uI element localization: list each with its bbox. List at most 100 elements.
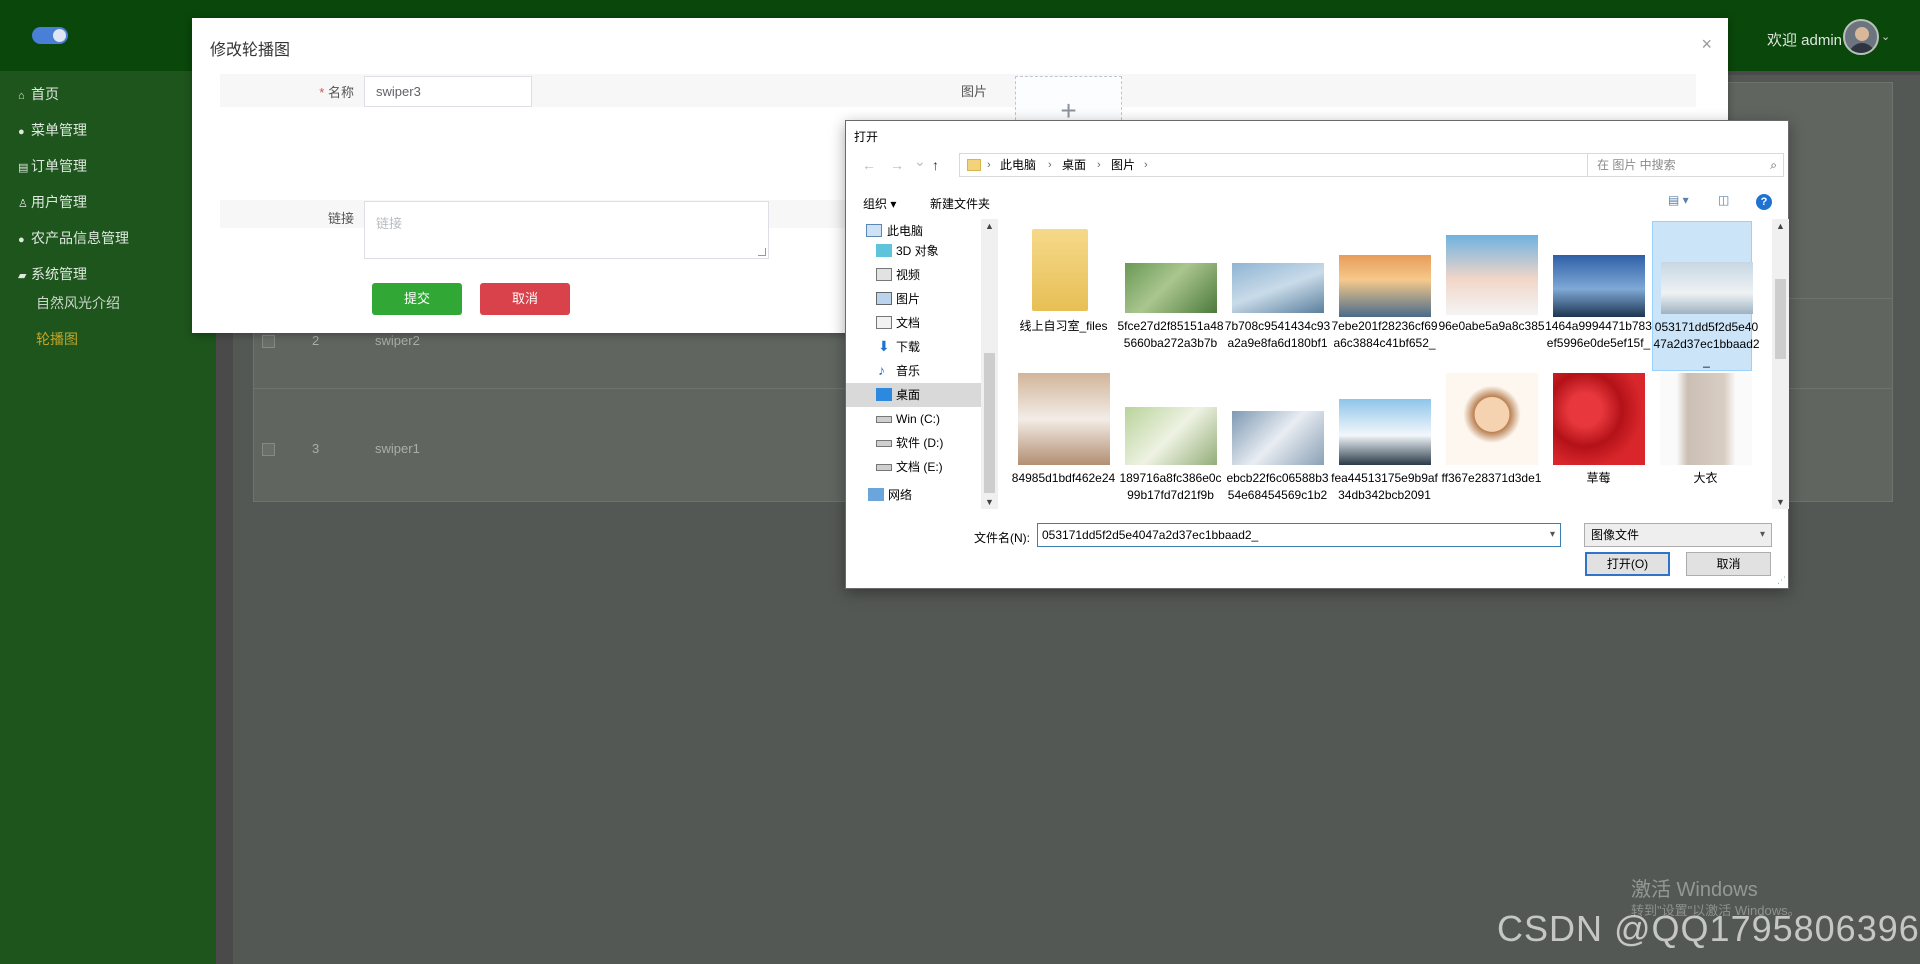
scroll-down-icon[interactable]: ▼ [985, 497, 994, 507]
row-index: 3 [312, 441, 320, 456]
resize-grip-icon[interactable]: ⋰ [1777, 575, 1786, 586]
file-item[interactable]: 大衣 [1652, 373, 1752, 509]
sidebar-item-orders[interactable]: ▤ 订单管理 [0, 148, 216, 184]
link-textarea[interactable]: 链接 [364, 201, 769, 259]
help-icon[interactable]: ? [1756, 194, 1772, 210]
scroll-thumb[interactable] [1775, 279, 1786, 359]
scroll-thumb[interactable] [984, 353, 995, 493]
tree-item-label: 文档 [896, 316, 921, 330]
search-input[interactable]: 在 图片 中搜索 ⌕ [1587, 153, 1784, 177]
file-item[interactable]: 053171dd5f2d5e4047a2d37ec1bbaad2_ [1652, 221, 1760, 371]
sidebar-item-users[interactable]: ♙ 用户管理 [0, 184, 216, 220]
scroll-down-icon[interactable]: ▼ [1776, 497, 1785, 507]
filename-value: 053171dd5f2d5e4047a2d37ec1bbaad2_ [1042, 528, 1259, 542]
tree-item-drive-d[interactable]: 软件 (D:) [846, 431, 982, 455]
recent-locations-icon[interactable]: ⌄ [914, 153, 926, 170]
circle-icon: ● [18, 126, 25, 138]
file-item[interactable]: fea44513175e9b9af34db342bcb2091 [1331, 373, 1438, 509]
open-button[interactable]: 打开(O) [1585, 552, 1670, 576]
dialog-title: 打开 [854, 130, 879, 144]
scroll-up-icon[interactable]: ▲ [1776, 221, 1785, 231]
up-arrow-icon[interactable]: ↑ [932, 157, 939, 173]
organize-button[interactable]: 组织 ▾ [863, 195, 896, 212]
drive-icon [876, 464, 892, 471]
filetype-value: 图像文件 [1591, 528, 1640, 542]
chevron-down-icon[interactable]: ⌄ [1881, 30, 1890, 43]
cancel-button[interactable]: 取消 [480, 283, 570, 315]
tree-item-drive-e[interactable]: 文档 (E:) [846, 455, 982, 479]
file-item[interactable]: 96e0abe5a9a8c385 [1438, 221, 1545, 371]
breadcrumb-pictures[interactable]: 图片 [1111, 154, 1135, 176]
tree-item-music[interactable]: ♪ 音乐 [846, 359, 982, 383]
tree-item-label: 3D 对象 [896, 244, 939, 258]
close-icon[interactable]: × [1701, 34, 1712, 55]
scroll-up-icon[interactable]: ▲ [985, 221, 994, 231]
sidebar-item-menu[interactable]: ● 菜单管理 [0, 112, 216, 148]
tree-item-downloads[interactable]: ⬇ 下载 [846, 335, 982, 359]
image-thumbnail [1446, 373, 1538, 465]
image-thumbnail [1125, 263, 1217, 313]
files-scrollbar[interactable]: ▲ ▼ [1772, 219, 1789, 509]
file-item[interactable]: 7ebe201f28236cf69a6c3884c41bf652_ [1331, 221, 1438, 371]
back-arrow-icon[interactable]: ← [862, 157, 876, 173]
sidebar-item-label: 用户管理 [31, 194, 87, 210]
file-name: 189716a8fc386e0c99b17fd7d21f9b [1119, 471, 1222, 502]
sidebar-item-home[interactable]: ⌂ 首页 [0, 76, 216, 112]
file-item[interactable]: ff367e28371d3de1 [1438, 373, 1541, 509]
file-item[interactable]: 84985d1bdf462e24 [1010, 373, 1115, 509]
sidebar-item-label: 农产品信息管理 [31, 230, 129, 246]
forward-arrow-icon[interactable]: → [890, 157, 904, 173]
file-name: 线上自习室_files [1019, 319, 1108, 333]
chevron-down-icon[interactable]: ▾ [1550, 524, 1555, 546]
navigation-tree: 此电脑 3D 对象 视频 图片 文档 ⬇ 下载 ♪ 音乐 桌面 Win (C:) 软… [846, 219, 988, 509]
filename-input[interactable]: 053171dd5f2d5e4047a2d37ec1bbaad2_ ▾ [1037, 523, 1561, 547]
tree-item-network[interactable]: 网络 [846, 483, 982, 507]
music-icon: ♪ [878, 362, 885, 378]
resize-handle[interactable] [758, 248, 766, 256]
breadcrumb-this-pc[interactable]: 此电脑 [1000, 154, 1036, 176]
tree-item-drive-c[interactable]: Win (C:) [846, 407, 982, 431]
dialog-cancel-button[interactable]: 取消 [1686, 552, 1771, 576]
tree-item-videos[interactable]: 视频 [846, 263, 982, 287]
search-icon: ⌕ [1770, 158, 1777, 172]
submit-button[interactable]: 提交 [372, 283, 462, 315]
name-label-text: 名称 [327, 85, 354, 100]
image-thumbnail [1339, 255, 1431, 317]
row-checkbox[interactable] [262, 443, 275, 456]
tree-item-3d-objects[interactable]: 3D 对象 [846, 239, 982, 263]
preview-pane-icon[interactable]: ◫ [1718, 193, 1729, 207]
file-item[interactable]: 线上自习室_files [1010, 221, 1110, 371]
filetype-select[interactable]: 图像文件 ▾ [1584, 523, 1772, 547]
csdn-watermark: CSDN @QQ1795806396 [1497, 908, 1920, 949]
tree-item-documents[interactable]: 文档 [846, 311, 982, 335]
new-folder-button[interactable]: 新建文件夹 [930, 195, 990, 212]
file-item[interactable]: 草莓 [1545, 373, 1645, 509]
sidebar-toggle[interactable] [32, 27, 68, 44]
file-item[interactable]: 7b708c9541434c93a2a9e8fa6d180bf1 [1224, 221, 1330, 371]
modal-title: 修改轮播图 [210, 42, 291, 59]
file-item[interactable]: 1464a9994471b783ef5996e0de5ef15f_ [1545, 221, 1652, 371]
name-input[interactable]: swiper3 [364, 76, 532, 107]
tree-item-desktop[interactable]: 桌面 [846, 383, 982, 407]
sidebar-item-label: 菜单管理 [31, 122, 87, 138]
tree-scrollbar[interactable]: ▲ ▼ [981, 219, 998, 509]
sidebar-subitem-nature[interactable]: 自然风光介绍 [0, 285, 216, 321]
file-item[interactable]: 5fce27d2f85151a485660ba272a3b7b [1117, 221, 1224, 371]
image-label: 图片 [960, 84, 987, 99]
tree-item-pictures[interactable]: 图片 [846, 287, 982, 311]
file-list: 线上自习室_files 5fce27d2f85151a485660ba272a3… [998, 219, 1778, 509]
file-item[interactable]: 189716a8fc386e0c99b17fd7d21f9b [1117, 373, 1222, 509]
tree-item-label: 软件 (D:) [896, 436, 944, 450]
view-options-icon[interactable]: ▤ ▾ [1668, 193, 1689, 207]
circle-icon: ● [18, 234, 25, 246]
file-item[interactable]: ebcb22f6c06588b354e68454569c1b2 [1224, 373, 1329, 509]
file-name: fea44513175e9b9af34db342bcb2091 [1331, 471, 1438, 502]
sidebar-item-products[interactable]: ● 农产品信息管理 [0, 220, 216, 256]
sidebar-subitem-carousel[interactable]: 轮播图 [0, 321, 216, 357]
avatar[interactable] [1843, 19, 1879, 55]
row-checkbox[interactable] [262, 335, 275, 348]
image-thumbnail [1232, 411, 1324, 465]
list-icon: ▤ [18, 162, 29, 174]
address-bar[interactable]: › 此电脑 › 桌面 › 图片 › ▾ [959, 153, 1657, 177]
breadcrumb-desktop[interactable]: 桌面 [1062, 154, 1086, 176]
